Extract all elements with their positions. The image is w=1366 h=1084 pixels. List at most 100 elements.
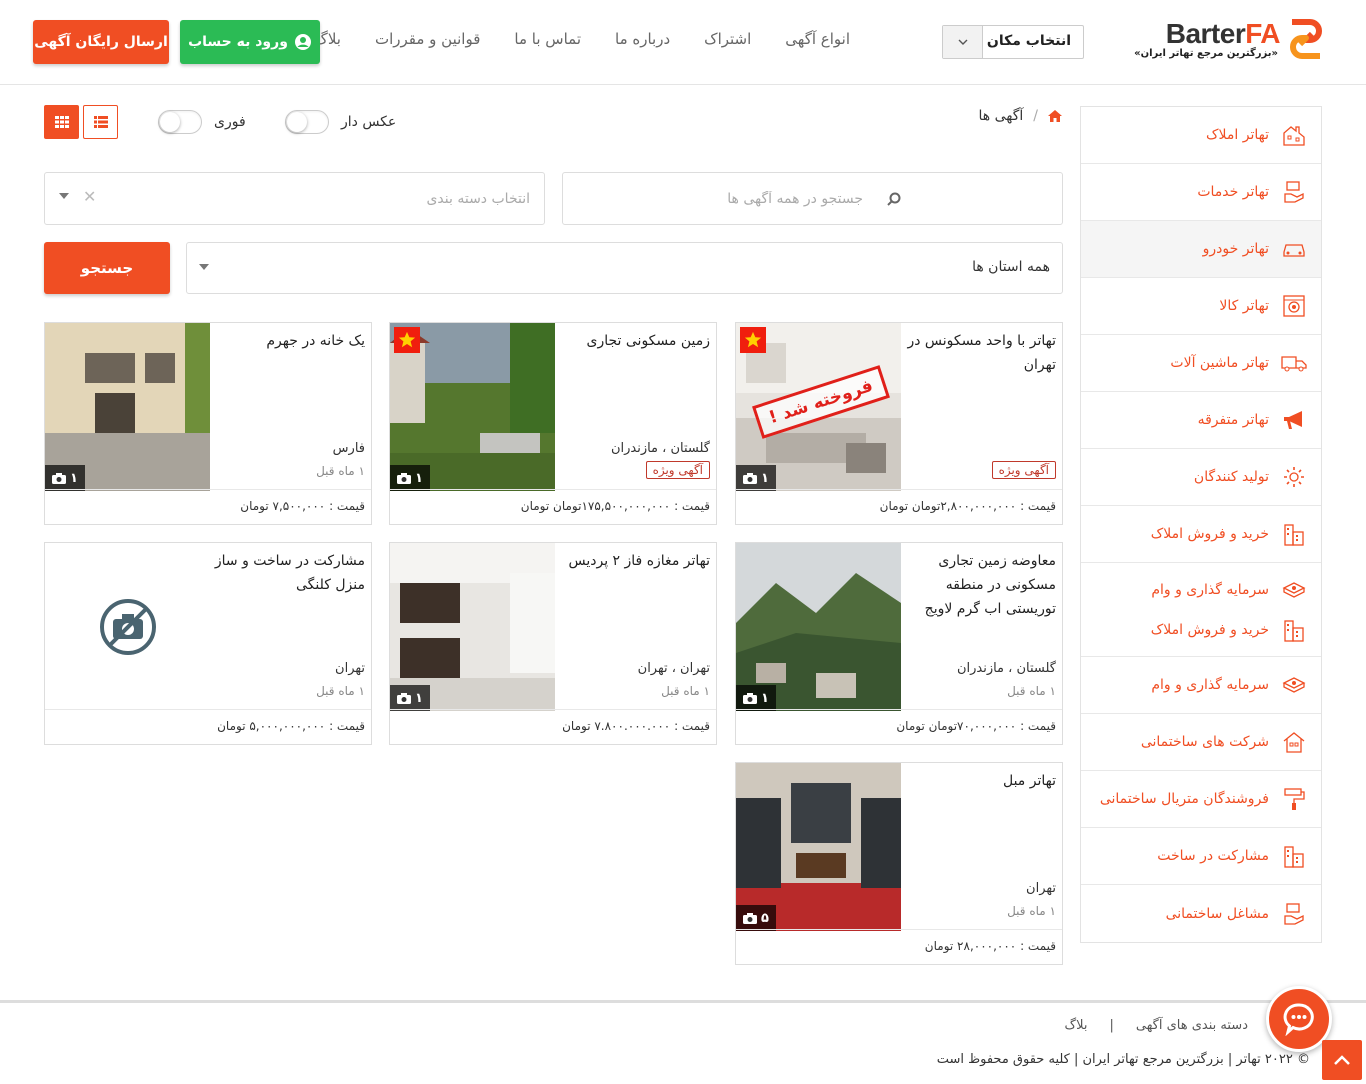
sidebar-item-label: تهاتر ماشین آلات [1170,355,1269,371]
listing-card[interactable]: ۱ تهاتر مغازه فاز ۲ پردیس تهران ، تهران ۱ … [389,542,717,745]
category-input[interactable] [230,190,530,207]
photo-count: ۱ [45,465,85,491]
nav-rules[interactable]: قوانین و مقررات [375,30,480,48]
listing-location: فارس [332,441,365,456]
sidebar-item-label: سرمایه گذاری و وام [1151,581,1269,598]
listing-info: معاوضه زمین تجاری مسکونی در منطقه توریست… [899,543,1062,711]
breadcrumb-separator: / [1033,108,1038,124]
chevron-up-icon [1334,1055,1350,1065]
camera-icon [52,472,67,484]
sidebar-item[interactable]: تهاتر ماشین آلات [1081,335,1321,392]
main-nav: انواع آگهی اشتراک درباره ما تماس با ما ق… [314,30,850,48]
camera-icon [743,692,758,704]
chat-bubble-icon [1283,1003,1314,1036]
grid-view-button[interactable] [44,105,79,139]
caret-down-icon [199,264,209,270]
home-icon[interactable] [1048,110,1062,122]
location-select[interactable]: انتخاب مکان [942,25,1084,59]
hand-service-icon [1281,179,1307,205]
footer-link-categories[interactable]: دسته بندی های آگهی [1136,1018,1248,1033]
post-ad-button[interactable]: ارسال رایگان آگهی [33,20,169,64]
listing-title[interactable]: تهاتر مبل [905,769,1056,793]
featured-star-icon [394,327,420,353]
gear-icon [1281,464,1307,490]
sidebar-item[interactable]: فروشندگان متریال ساختمانی [1081,771,1321,828]
sidebar-item[interactable]: شرکت های ساختمانی [1081,714,1321,771]
search-button[interactable]: جستجو [44,242,170,294]
listing-price: قیمت : ۷.۸۰۰.۰۰۰.۰۰۰ تومان [390,709,716,744]
scroll-top-button[interactable] [1322,1040,1362,1080]
province-select[interactable]: همه استان ها [186,242,1063,294]
megaphone-icon [1281,407,1307,433]
listing-card[interactable]: ۵ تهاتر مبل تهران ۱ ماه قبل قیمت : ۲۸,۰۰۰,۰… [735,762,1063,965]
listing-image[interactable]: ۵ [736,763,901,931]
search-field[interactable] [562,172,1063,225]
listing-info: تهاتر مبل تهران ۱ ماه قبل [899,763,1062,931]
listing-location: تهران [1026,881,1056,896]
hand-service-icon [1281,901,1307,927]
photo-toggle-label: عکس دار [341,114,397,130]
listing-card[interactable]: ۱ زمین مسکونی تجاری گلستان ، مازندران آگهی… [389,322,717,525]
sidebar-item[interactable]: تهاتر متفرقه [1081,392,1321,449]
listing-image[interactable]: ۱ [45,323,210,491]
nav-ad-types[interactable]: انواع آگهی [785,30,850,48]
house-icon [1281,729,1307,755]
sidebar-item-label: تهاتر املاک [1206,127,1269,143]
listing-location: گلستان ، مازندران [610,441,710,456]
brand-logo[interactable]: BarterFA «بزرگترین مرجع تهاتر ایران» [1134,16,1326,64]
photo-count: ۵ [736,905,776,931]
photo-toggle[interactable] [285,110,329,134]
listing-title[interactable]: تهاتر مغازه فاز ۲ پردیس [559,549,710,573]
sidebar-item[interactable]: سرمایه گذاری و وام خرید و فروش املاک [1081,563,1321,657]
listing-image[interactable] [45,543,210,711]
copyright-text: © ۲۰۲۲ تهاتر | بزرگترین مرجع تهاتر ایران… [936,1052,1310,1067]
listing-image[interactable]: فروخته شد ! ۱ [736,323,901,491]
sidebar-item[interactable]: مشارکت در ساخت [1081,828,1321,885]
truck-icon [1281,350,1307,376]
listing-image[interactable]: ۱ [390,323,555,491]
listing-title[interactable]: معاوضه زمین تجاری مسکونی در منطقه توریست… [905,549,1056,621]
sidebar-item-label: فروشندگان متریال ساختمانی [1099,791,1269,807]
photo-count-value: ۱ [70,470,78,486]
city-icon [1281,521,1307,547]
urgent-toggle[interactable] [158,110,202,134]
sidebar-item[interactable]: تهاتر خدمات [1081,164,1321,221]
nav-about[interactable]: درباره ما [615,30,670,48]
sidebar-item[interactable]: تهاتر خودرو [1081,221,1321,278]
listing-card[interactable]: فروخته شد ! ۱ تهاتر با واحد مسکونس در تهر… [735,322,1063,525]
footer-link-blog[interactable]: بلاگ [1064,1018,1087,1033]
listing-title[interactable]: زمین مسکونی تجاری [559,329,710,353]
post-ad-button-label: ارسال رایگان آگهی [34,34,168,50]
category-select[interactable]: ✕ [44,172,545,225]
listing-title[interactable]: تهاتر با واحد مسکونس در تهران [905,329,1056,377]
sidebar-item[interactable]: تهاتر کالا [1081,278,1321,335]
search-input[interactable] [563,190,863,207]
listing-card[interactable]: ۱ یک خانه در جهرم فارس ۱ ماه قبل قیمت : ۷,۵… [44,322,372,525]
grid-icon [54,116,69,128]
brand-name: BarterFA [1165,18,1281,49]
listing-time: ۱ ماه قبل [661,684,710,698]
caret-down-icon [59,193,69,199]
sidebar-subitem[interactable]: خرید و فروش املاک [1151,617,1307,643]
listing-image[interactable]: ۱ [736,543,901,711]
sidebar-item[interactable]: مشاغل ساختمانی [1081,885,1321,942]
sidebar-item-label: تهاتر کالا [1219,298,1269,314]
listing-card[interactable]: مشارکت در ساخت و ساز منزل کلنگی تهران ۱ ما… [44,542,372,745]
nav-subscription[interactable]: اشتراک [704,30,751,48]
sidebar-item[interactable]: سرمایه گذاری و وام [1081,657,1321,714]
listing-title[interactable]: مشارکت در ساخت و ساز منزل کلنگی [214,549,365,597]
sidebar-item[interactable]: خرید و فروش املاک [1081,506,1321,563]
listing-card[interactable]: ۱ معاوضه زمین تجاری مسکونی در منطقه توری… [735,542,1063,745]
sidebar-item-label: سرمایه گذاری و وام [1151,677,1269,693]
nav-contact[interactable]: تماس با ما [514,30,581,48]
listing-price: قیمت : ۲,۸۰۰,۰۰۰,۰۰۰تومان تومان [736,489,1062,524]
clear-icon[interactable]: ✕ [83,187,96,206]
listing-image[interactable]: ۱ [390,543,555,711]
login-button[interactable]: ورود به حساب [180,20,320,64]
building-icon [1281,122,1307,148]
sidebar-item[interactable]: تولید کنندگان [1081,449,1321,506]
sidebar-item[interactable]: تهاتر املاک [1081,107,1321,164]
listing-title[interactable]: یک خانه در جهرم [214,329,365,353]
list-view-button[interactable] [83,105,118,139]
listing-info: تهاتر با واحد مسکونس در تهران آگهی ویژه [899,323,1062,491]
